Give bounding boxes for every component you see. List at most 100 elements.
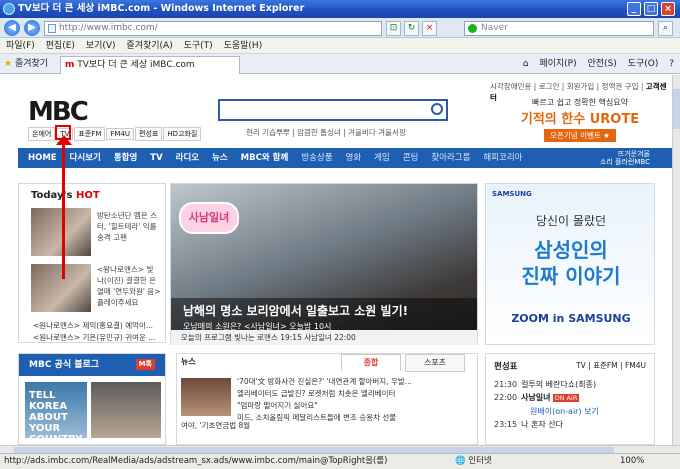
schedule-row[interactable]: 22:00 사남일녀 ON AIR (494, 391, 599, 405)
naver-icon (468, 24, 477, 33)
nav-content[interactable]: 콘팅 (403, 153, 419, 163)
ad-line1: 빠르고 쉽고 정확한 핵심요약 (532, 98, 628, 107)
nav-with-mbc[interactable]: MBC와 함께 (241, 153, 289, 163)
nav-campaign[interactable]: 뜨거운겨울 소리 플러런MBC (600, 150, 650, 166)
nav-radio[interactable]: 라디오 (176, 153, 199, 163)
browser-tab[interactable]: m TV보다 더 큰 세상 iMBC.com (60, 56, 240, 74)
nav-movie[interactable]: 영화 (346, 153, 362, 163)
refresh-icon[interactable]: ↻ (404, 21, 419, 36)
star-icon: ★ (4, 59, 13, 69)
hero-banner[interactable]: 사남일녀 남해의 명소 보리암에서 일출보고 소원 빌기! 오남매의 소원은? … (170, 183, 478, 345)
mtalk-tag[interactable]: M톡 (135, 359, 155, 370)
samsung-ad[interactable]: SAMSUNG 당신이 몰랐던 삼성인의 진짜 이야기 ZOOM in SAMS… (485, 183, 655, 345)
nav-game[interactable]: 게임 (374, 153, 390, 163)
vertical-scrollbar[interactable] (672, 75, 680, 445)
schedule-list: 21:30 컬투의 베란다쇼(최종) 22:00 사남일녀 ON AIR 원배이(on… (494, 378, 599, 431)
site-search-input[interactable] (218, 99, 448, 121)
search-input[interactable]: Naver (464, 21, 654, 36)
globe-icon: 🌐 (455, 456, 466, 466)
news-image[interactable] (181, 378, 231, 416)
ad-event-button[interactable]: 오픈기념 이벤트 ★ (544, 129, 616, 142)
todays-hot-title: Today's HOT (31, 190, 100, 201)
blog-header[interactable]: MBC 공식 블로그 M톡 (19, 354, 165, 376)
nav-goods[interactable]: 방송상품 (301, 153, 332, 163)
news-item[interactable]: 미드, 소치올림픽 메달리스트들에 변조 승용차 선물 (237, 412, 412, 424)
schedule-row[interactable]: 원배이(on-air) 보기 (494, 405, 599, 418)
schedule-row[interactable]: 23:15 나 혼자 산다 (494, 418, 599, 431)
hero-title[interactable]: 남해의 명소 보리암에서 일출보고 소원 빌기! (171, 298, 477, 319)
page-menu[interactable]: 페이지(P) (539, 59, 576, 69)
horizontal-scrollbar[interactable] (0, 445, 680, 453)
tab-sports[interactable]: 스포츠 (405, 354, 465, 372)
address-toolbar: ◀ ▶ http://www.imbc.com/ ⊡ ↻ × Naver ⌕ (0, 18, 680, 38)
nav-tv[interactable]: TV (150, 153, 162, 163)
samsung-line4: ZOOM in SAMSUNG (511, 312, 631, 325)
close-button[interactable]: × (661, 2, 675, 16)
channel-hd[interactable]: HD고화질 (163, 127, 202, 141)
news-tabs: 뉴스 종합 스포츠 (177, 354, 477, 372)
zoom-level[interactable]: 100% (620, 454, 644, 469)
tools-menu[interactable]: 도구(O) (628, 59, 659, 69)
news-list: '70대'文 방화사건 진실은?' '내연관계 할아버지, 우발... 엘리베이… (237, 376, 412, 424)
security-zone: 🌐 인터넷 (455, 456, 492, 466)
ie-icon (3, 3, 15, 15)
menu-edit[interactable]: 편집(E) (46, 41, 75, 51)
channel-onair[interactable]: 온에어 (28, 127, 56, 141)
schedule-row[interactable]: 21:30 컬투의 베란다쇼(최종) (494, 378, 599, 391)
channel-schedule[interactable]: 편성표 (135, 127, 163, 141)
hot-thumb-2[interactable] (31, 264, 91, 312)
news-image-caption[interactable]: 여야, '기초연금법 8월 (181, 420, 250, 431)
nav-news[interactable]: 뉴스 (212, 153, 228, 163)
news-item[interactable]: 엘리베이터도 급발진? 로켓처럼 치솟은 엘리베이터 (237, 388, 412, 400)
hot-item-1[interactable]: 방탄소년단 멤은 스터, '힐트테라' 익를 송격 고팬 (97, 210, 161, 243)
samsung-line3: 진짜 이야기 (521, 264, 621, 288)
arrow-shaft (62, 139, 65, 279)
search-icon[interactable] (431, 103, 443, 115)
search-go-icon[interactable]: ⌕ (658, 21, 673, 36)
hot-thumb-1[interactable] (31, 208, 91, 256)
window-title: TV보다 더 큰 세상 iMBC.com - Windows Internet … (18, 3, 305, 14)
menu-view[interactable]: 보기(V) (86, 41, 116, 51)
safety-menu[interactable]: 안전(S) (588, 59, 617, 69)
schedule-panel: 편성표 TV | 표준FM | FM4U 21:30 컬투의 베란다쇼(최종) 2… (485, 353, 655, 445)
hot-bullet-1[interactable]: <원나로맨스> 제익(홍요결) 예억이... (33, 320, 153, 331)
menu-favorites[interactable]: 즐겨찾기(A) (126, 41, 172, 51)
nav-home[interactable]: HOME (28, 153, 57, 163)
maximize-button[interactable]: □ (644, 2, 658, 16)
nav-happy-korea[interactable]: 해피코리아 (483, 153, 522, 163)
minimize-button[interactable]: _ (627, 2, 641, 16)
address-input[interactable]: http://www.imbc.com/ (44, 21, 382, 36)
favorites-button[interactable]: ★ 즐겨찾기 (4, 54, 48, 74)
menu-file[interactable]: 파일(F) (6, 41, 35, 51)
compat-button[interactable]: ⊡ (386, 21, 401, 36)
onair-badge: ON AIR (552, 394, 580, 402)
mbc-logo[interactable]: MBC (28, 97, 89, 127)
news-label[interactable]: 뉴스 (181, 354, 196, 370)
blog-image-1[interactable]: TELL KOREA ABOUT YOUR COUNTRY (25, 382, 87, 445)
hot-bullet-2[interactable]: <원나로맨스> 기은(유민규) 귀여운 ... (33, 332, 155, 343)
help-icon[interactable]: ? (669, 59, 674, 69)
nav-special[interactable]: 통합영 (114, 153, 137, 163)
tab-general[interactable]: 종합 (341, 354, 401, 371)
stop-icon[interactable]: × (422, 21, 437, 36)
news-item[interactable]: "엄마랑 떨어지기 싫어요" (237, 400, 412, 412)
nav-find-group[interactable]: 찾아라그룹 (431, 153, 470, 163)
top-links-text[interactable]: 시각장애인용 | 로그인 | 회원가입 | 정액권 구입 | (490, 82, 643, 91)
channel-standard-fm[interactable]: 표준FM (74, 127, 106, 141)
today-program-bar[interactable]: 오늘의 프로그램 빛나는 로맨스 19:15 사남일녀 22:00 (171, 330, 477, 345)
urote-ad[interactable]: 빠르고 쉽고 정확한 핵심요약 기적의 한수 UROTE 오픈기념 이벤트 ★ (520, 97, 640, 147)
schedule-tabs[interactable]: TV | 표준FM | FM4U (576, 360, 646, 371)
blog-image-2[interactable] (91, 382, 161, 438)
hot-keywords[interactable]: 현리 기습뿌뿌 | 암큼한 톱싱녀 | 겨울비다 겨울서핑 (246, 127, 406, 138)
home-icon[interactable]: ⌂ (523, 59, 529, 69)
official-blog-panel: MBC 공식 블로그 M톡 TELL KOREA ABOUT YOUR COUNT… (18, 353, 166, 445)
menu-tools[interactable]: 도구(T) (184, 41, 213, 51)
forward-button[interactable]: ▶ (24, 20, 40, 36)
menu-help[interactable]: 도움말(H) (224, 41, 263, 51)
hot-item-2[interactable]: <왕나로맨스> 빛 나(이진) 결결한 은 열매 '연두와원' 음> 플레이주세… (97, 264, 161, 308)
channel-fm4u[interactable]: FM4U (106, 128, 135, 140)
back-button[interactable]: ◀ (4, 20, 20, 36)
news-item[interactable]: '70대'文 방화사건 진실은?' '내연관계 할아버지, 우발... (237, 376, 412, 388)
status-bar: http://ads.imbc.com/RealMedia/ads/adstre… (0, 453, 680, 469)
nav-replay[interactable]: 다시보기 (70, 153, 101, 163)
